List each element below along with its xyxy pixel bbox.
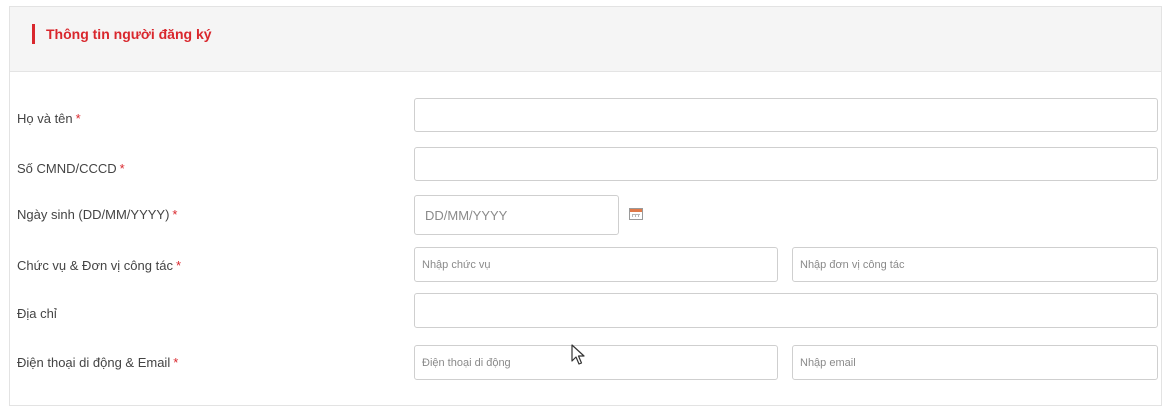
address-label-text: Địa chỉ (17, 306, 57, 321)
required-mark: * (75, 111, 81, 126)
required-mark: * (172, 207, 178, 222)
address-label: Địa chỉ (17, 306, 57, 322)
phone-email-label: Điện thoại di động & Email * (17, 355, 178, 371)
id-number-input[interactable] (414, 147, 1158, 181)
full-name-input[interactable] (414, 98, 1158, 132)
section-title: Thông tin người đăng ký (46, 26, 212, 42)
phone-input[interactable] (414, 345, 778, 380)
calendar-icon-header (630, 209, 642, 212)
id-number-label: Số CMND/CCCD * (17, 161, 125, 177)
birth-date-label-text: Ngày sinh (DD/MM/YYYY) (17, 207, 170, 222)
mouse-pointer-icon (571, 344, 585, 365)
calendar-icon-grid (632, 214, 640, 217)
position-input[interactable] (414, 247, 778, 282)
birth-date-label: Ngày sinh (DD/MM/YYYY) * (17, 207, 177, 223)
id-number-label-text: Số CMND/CCCD (17, 161, 117, 176)
email-input[interactable] (792, 345, 1158, 380)
full-name-label: Họ và tên * (17, 111, 81, 127)
birth-date-input[interactable] (414, 195, 619, 235)
panel-header: Thông tin người đăng ký (10, 7, 1161, 72)
required-mark: * (175, 258, 182, 273)
required-mark: * (119, 161, 125, 176)
phone-email-label-text: Điện thoại di động & Email (17, 355, 171, 370)
position-org-label-text: Chức vụ & Đơn vị công tác (17, 258, 173, 273)
required-mark: * (173, 355, 179, 370)
calendar-icon[interactable] (629, 208, 643, 220)
header-accent-bar (32, 24, 35, 44)
address-input[interactable] (414, 293, 1158, 328)
full-name-label-text: Họ và tên (17, 111, 73, 126)
organization-input[interactable] (792, 247, 1158, 282)
position-org-label: Chức vụ & Đơn vị công tác * (17, 258, 181, 274)
